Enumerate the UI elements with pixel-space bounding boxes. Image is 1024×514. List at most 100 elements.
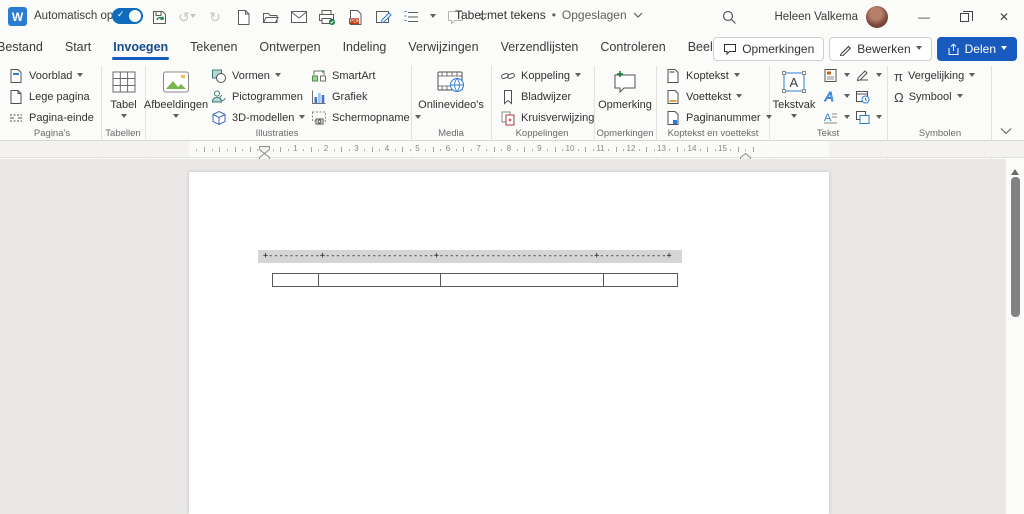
table-cell[interactable] [441,274,604,287]
ruler-dot [700,149,701,151]
page-break-button[interactable]: Pagina-einde [5,108,97,128]
ruler-dot [715,149,716,151]
ruler-dot [517,149,518,151]
tab-invoegen[interactable]: Invoegen [102,34,179,62]
table-button[interactable]: Tabel [103,64,144,126]
numbered-list-icon[interactable] [402,8,420,26]
undo-icon[interactable]: ↺ [178,8,196,26]
word-logo-icon[interactable]: W [8,7,27,26]
share-button[interactable]: Delen [937,37,1017,61]
email-icon[interactable] [290,8,308,26]
ruler-tick [555,147,556,152]
online-video-icon [436,67,466,97]
document-table[interactable] [272,273,678,287]
list-options-chevron-icon[interactable] [430,14,436,21]
table-cell[interactable] [273,274,319,287]
quick-print-icon[interactable] [318,8,336,26]
smartart-button[interactable]: SmartArt [308,66,378,86]
chevron-down-icon [844,94,850,101]
tab-verzendlijsten[interactable]: Verzendlijsten [490,34,590,62]
tab-indeling[interactable]: Indeling [332,34,398,62]
3d-models-button[interactable]: 3D-modellen [208,108,308,128]
cross-reference-button[interactable]: Kruisverwijzing [497,108,597,128]
pictures-button[interactable]: Afbeeldingen [147,64,205,126]
new-document-icon[interactable] [234,8,252,26]
title-chevron-icon[interactable] [633,12,643,19]
search-icon[interactable] [712,0,746,34]
tab-controleren[interactable]: Controleren [589,34,676,62]
scroll-up-icon[interactable] [1011,165,1019,175]
ruler-dot [212,149,213,151]
minimize-button[interactable]: — [904,0,944,34]
new-comment-button[interactable]: Opmerking [596,64,654,126]
link-button[interactable]: Koppeling [497,66,584,86]
avatar[interactable] [866,6,888,28]
group-label-tekst: Tekst [817,128,839,139]
close-button[interactable]: ✕ [984,0,1024,34]
ruler-tick [707,147,708,152]
title-separator: • [552,8,556,22]
scrollbar-thumb[interactable] [1011,177,1020,317]
tab-ontwerpen[interactable]: Ontwerpen [248,34,331,62]
screenshot-button[interactable]: Schermopname [308,108,424,128]
save-edit-icon[interactable] [374,8,392,26]
wordart-button[interactable]: A [820,87,853,107]
comments-button[interactable]: Opmerkingen [713,37,824,61]
ruler-tick [311,147,312,152]
signature-line-button[interactable] [852,66,885,86]
quick-parts-button[interactable] [820,66,853,86]
tab-bestand[interactable]: Bestand [0,34,54,62]
quick-access-toolbar: ↺ ↻ PDF [150,5,492,29]
header-button[interactable]: Koptekst [662,66,743,86]
icons-button[interactable]: Pictogrammen [208,87,306,107]
cover-page-button[interactable]: Voorblad [5,66,86,86]
pdf-export-icon[interactable]: PDF [346,8,364,26]
toggle-knob [129,10,141,22]
blank-page-button[interactable]: Lege pagina [5,87,93,107]
open-folder-icon[interactable] [262,8,280,26]
ruler-tick [677,147,678,152]
object-button[interactable] [852,108,885,128]
text-box-button[interactable]: A Tekstvak [770,64,818,126]
restore-button[interactable] [944,0,984,34]
ruler-tick [341,147,342,152]
table-cell[interactable] [319,274,441,287]
vertical-scrollbar[interactable] [1005,159,1024,514]
selected-plus-dash-text[interactable]: +----------+---------------------+------… [258,250,682,263]
tab-tekenen[interactable]: Tekenen [179,34,248,62]
drop-cap-button[interactable]: A [820,108,853,128]
chart-button[interactable]: Grafiek [308,87,370,107]
date-time-button[interactable] [852,87,874,107]
document-page[interactable]: +----------+---------------------+------… [189,172,829,514]
group-label-koppelingen: Koppelingen [516,128,569,139]
equation-button[interactable]: π Vergelijking [891,66,978,86]
online-videos-button[interactable]: Onlinevideo's [413,64,489,126]
ruler-number: 9 [537,144,541,153]
tab-start[interactable]: Start [54,34,102,62]
table-cell[interactable] [604,274,678,287]
chevron-down-icon [876,73,882,80]
new-comment-icon [611,67,639,97]
ruler-dot [486,149,487,151]
symbol-button[interactable]: Ω Symbool [891,87,966,107]
ruler-dot [578,149,579,151]
collapse-ribbon-icon[interactable] [1000,122,1014,132]
save-icon[interactable] [150,8,168,26]
footer-button[interactable]: Voettekst [662,87,745,107]
cover-page-icon [8,68,24,84]
page-number-button[interactable]: Paginanummer [662,108,775,128]
quick-parts-icon [823,68,839,84]
shapes-button[interactable]: Vormen [208,66,284,86]
ruler-tick [524,147,525,152]
horizontal-ruler[interactable]: 123456789101112131415 [0,141,1024,158]
redo-icon[interactable]: ↻ [206,8,224,26]
blank-page-icon [8,89,24,105]
editing-mode-button[interactable]: Bewerken [829,37,931,61]
autosave-toggle[interactable]: ✓ [112,8,143,24]
document-title-area[interactable]: Tabel met tekens • Opgeslagen [455,8,643,22]
save-status: Opgeslagen [562,8,627,22]
ruler-tick [494,147,495,152]
tab-verwijzingen[interactable]: Verwijzingen [397,34,489,62]
group-label-media: Media [438,128,464,139]
bookmark-button[interactable]: Bladwijzer [497,87,574,107]
